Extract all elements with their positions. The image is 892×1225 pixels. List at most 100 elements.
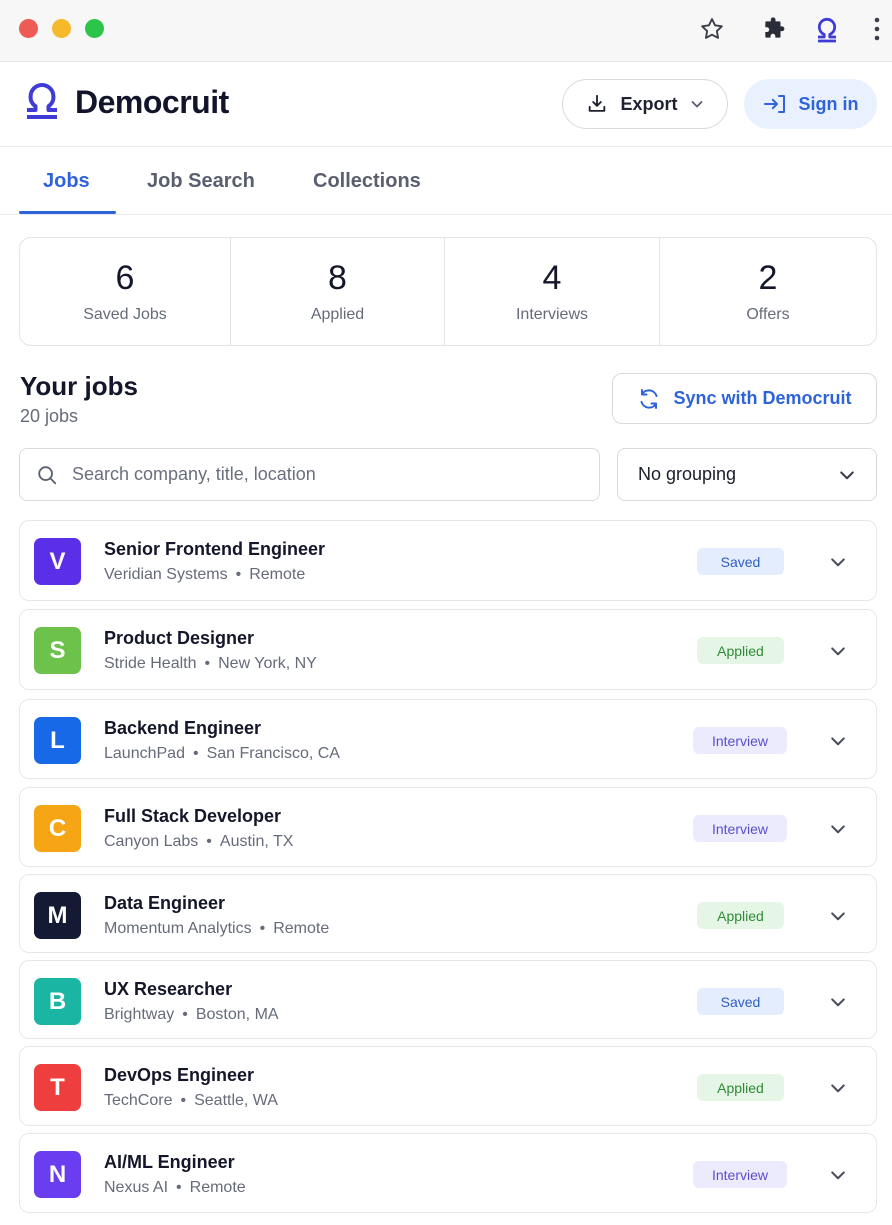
status-badge: Interview (693, 815, 787, 842)
expand-chevron-icon[interactable] (828, 906, 848, 926)
job-location: Remote (249, 566, 306, 583)
sign-in-button[interactable]: Sign in (744, 79, 877, 129)
bookmark-star-icon[interactable] (697, 14, 727, 44)
job-company: Momentum Analytics (104, 920, 252, 937)
status-badge: Applied (697, 637, 784, 664)
job-meta: Veridian Systems • Remote (104, 566, 305, 584)
job-title: Senior Frontend Engineer (104, 539, 326, 559)
job-title: Data Engineer (104, 893, 226, 913)
job-card[interactable]: B UX Researcher Brightway • Boston, MA Saved (19, 960, 877, 1039)
window-maximize-button[interactable] (85, 19, 104, 38)
active-tab-indicator (19, 211, 116, 214)
job-title: Backend Engineer (104, 718, 262, 738)
meta-separator: • (206, 833, 212, 850)
expand-chevron-icon[interactable] (828, 992, 848, 1012)
expand-chevron-icon[interactable] (828, 552, 848, 572)
sync-button[interactable]: Sync with Democruit (612, 373, 877, 424)
stat-label: Interviews (515, 306, 589, 323)
job-company: TechCore (104, 1092, 173, 1109)
job-title: UX Researcher (104, 979, 233, 999)
browser-menu-icon[interactable] (862, 14, 892, 44)
status-badge: Applied (697, 1074, 784, 1101)
job-location: Remote (273, 920, 330, 937)
stat-value: 8 (328, 259, 347, 297)
job-card[interactable]: L Backend Engineer LaunchPad • San Francisco… (19, 699, 877, 779)
job-company: Canyon Labs (104, 833, 199, 850)
job-meta: Momentum Analytics • Remote (104, 920, 329, 938)
stat-value: 6 (115, 259, 135, 297)
tab-job-search[interactable]: Job Search (147, 170, 255, 193)
meta-separator: • (259, 920, 266, 937)
meta-separator: • (204, 655, 211, 672)
job-card[interactable]: S Product Designer Stride Health • New York,… (19, 609, 877, 690)
export-label: Export (620, 93, 678, 114)
chevron-down-icon (840, 470, 854, 479)
sync-icon (640, 388, 658, 409)
status-badge: Interview (693, 1161, 787, 1188)
window-close-button[interactable] (19, 19, 38, 38)
extensions-puzzle-icon[interactable] (759, 14, 789, 44)
grouping-value: No grouping (638, 464, 737, 484)
job-location: Boston, MA (195, 1006, 279, 1023)
chevron-down-icon (691, 101, 702, 108)
job-meta: Canyon Labs • Austin, TX (104, 833, 293, 851)
sign-in-label: Sign in (798, 93, 859, 114)
company-avatar: N (34, 1151, 81, 1198)
job-meta: Brightway • Boston, MA (104, 1006, 279, 1024)
meta-separator: • (235, 566, 242, 583)
job-card[interactable]: V Senior Frontend Engineer Veridian System… (19, 520, 877, 601)
expand-chevron-icon[interactable] (828, 1078, 848, 1098)
job-company: Nexus AI (104, 1179, 169, 1196)
search-box (19, 448, 600, 501)
grouping-select[interactable]: No grouping (617, 448, 877, 501)
job-meta: TechCore • Seattle, WA (104, 1092, 278, 1110)
job-company: LaunchPad (104, 745, 185, 762)
status-badge: Applied (697, 902, 784, 929)
window-minimize-button[interactable] (52, 19, 71, 38)
job-company: Brightway (104, 1006, 175, 1023)
expand-chevron-icon[interactable] (828, 819, 848, 839)
status-badge: Saved (697, 988, 784, 1015)
brand-logo[interactable]: Democruit (21, 81, 229, 123)
job-card[interactable]: T DevOps Engineer TechCore • Seattle, WA Appl… (19, 1046, 877, 1126)
democruit-extension-icon[interactable] (812, 14, 842, 44)
job-location: Seattle, WA (194, 1092, 278, 1109)
tab-collections[interactable]: Collections (313, 170, 421, 193)
search-input[interactable] (72, 464, 572, 485)
export-button[interactable]: Export (562, 79, 728, 129)
company-avatar: T (34, 1064, 81, 1111)
meta-separator: • (192, 745, 199, 762)
job-company: Stride Health (104, 655, 197, 672)
job-location: Remote (189, 1179, 246, 1196)
meta-separator: • (180, 1092, 187, 1109)
expand-chevron-icon[interactable] (828, 641, 848, 661)
job-card[interactable]: N AI/ML Engineer Nexus AI • Remote Interview (19, 1133, 877, 1213)
job-title: Full Stack Developer (104, 806, 282, 826)
browser-toolbar (0, 0, 892, 62)
stat-offers: 2 Offers (660, 238, 876, 345)
stat-label: Applied (310, 306, 365, 323)
sign-in-icon (763, 95, 785, 113)
job-card[interactable]: M Data Engineer Momentum Analytics • Remote A… (19, 874, 877, 953)
company-avatar: B (34, 978, 81, 1025)
stats-summary: 6 Saved Jobs 8 Applied 4 Interviews 2 Of… (19, 237, 877, 346)
status-badge: Saved (697, 548, 784, 575)
tab-jobs[interactable]: Jobs (43, 170, 90, 193)
stat-value: 2 (758, 259, 778, 297)
stat-applied: 8 Applied (231, 238, 445, 345)
section-title: Your jobs (20, 371, 138, 401)
job-location: Austin, TX (219, 833, 294, 850)
expand-chevron-icon[interactable] (828, 1165, 848, 1185)
jobs-count: 20 jobs (20, 406, 79, 426)
omega-logo-icon (27, 83, 57, 119)
status-badge: Interview (693, 727, 787, 754)
job-card[interactable]: C Full Stack Developer Canyon Labs • Austin,… (19, 787, 877, 867)
company-avatar: C (34, 805, 81, 852)
download-icon (589, 94, 606, 112)
stat-value: 4 (542, 259, 562, 297)
company-avatar: M (34, 892, 81, 939)
job-meta: LaunchPad • San Francisco, CA (104, 745, 340, 763)
meta-separator: • (182, 1006, 188, 1023)
expand-chevron-icon[interactable] (828, 731, 848, 751)
job-title: AI/ML Engineer (104, 1152, 235, 1172)
